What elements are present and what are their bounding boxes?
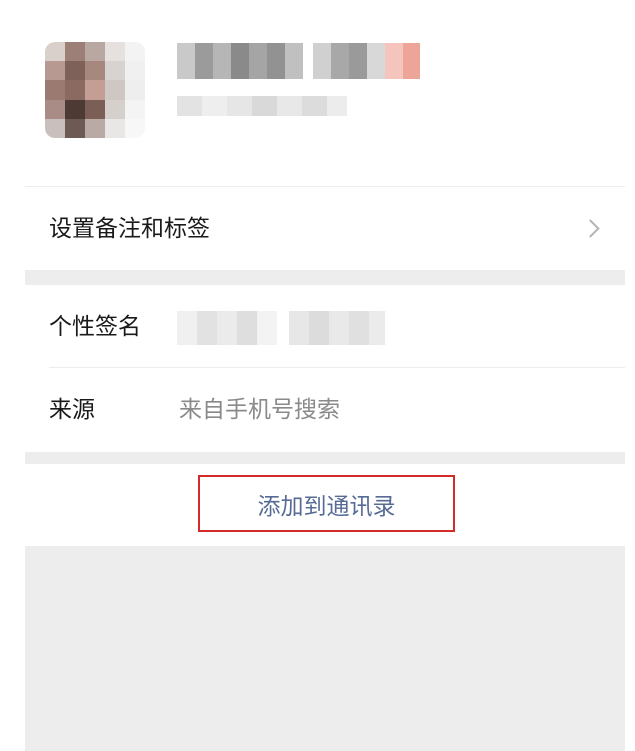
- signature-row: 个性签名: [25, 285, 625, 367]
- bottom-empty-area: [25, 546, 625, 751]
- remark-tags-row[interactable]: 设置备注和标签: [25, 187, 625, 270]
- signature-label: 个性签名: [49, 314, 141, 340]
- contact-profile-page: 设置备注和标签 个性签名 来源 来自手机号搜索 添加到通讯录: [0, 0, 635, 751]
- source-row: 来源 来自手机号搜索: [25, 368, 625, 452]
- nickname-blurred: [177, 43, 422, 79]
- profile-header: [25, 0, 625, 186]
- section-gap: [25, 270, 625, 285]
- source-value: 来自手机号搜索: [179, 397, 340, 423]
- signature-value-blurred: [177, 311, 405, 345]
- section-gap: [25, 452, 625, 464]
- add-to-contacts-button[interactable]: 添加到通讯录: [198, 475, 455, 532]
- wechat-id-blurred: [177, 96, 347, 116]
- chevron-right-icon: [581, 219, 600, 238]
- source-label: 来源: [49, 397, 95, 423]
- remark-tags-label: 设置备注和标签: [49, 216, 210, 242]
- avatar[interactable]: [45, 42, 145, 138]
